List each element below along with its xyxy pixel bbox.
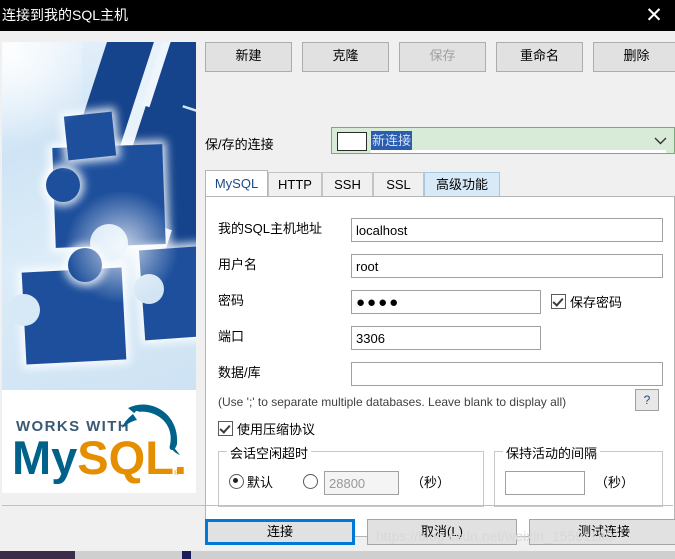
password-input[interactable]: ●●●● xyxy=(351,290,541,314)
saved-connection-combobox[interactable]: 新连接 xyxy=(331,127,675,154)
footer-divider xyxy=(2,505,673,506)
logo-sql-text: SQL xyxy=(77,431,174,484)
tab-ssh[interactable]: SSH xyxy=(322,172,373,196)
saved-connection-value-wrap: 新连接 xyxy=(371,131,413,150)
idle-timeout-value-input xyxy=(324,471,399,495)
logo-trademark: ® xyxy=(174,470,180,477)
new-button[interactable]: 新建 xyxy=(205,42,292,72)
keepalive-input[interactable] xyxy=(505,471,585,495)
keepalive-group: 保持活动的间隔 （秒） xyxy=(494,443,663,507)
tab-advanced[interactable]: 高级功能 xyxy=(424,172,500,196)
username-input[interactable] xyxy=(351,254,663,278)
idle-timeout-unit: （秒） xyxy=(411,475,451,490)
database-input[interactable] xyxy=(351,362,663,386)
mysql-tab-panel: 我的SQL主机地址 用户名 密码 ●●●● 保存密码 端口 数据/库 (Use … xyxy=(205,196,675,537)
sidebar-banner: WORKS WITH MySQL. ® xyxy=(2,42,196,493)
puzzle-artwork xyxy=(2,42,196,390)
keepalive-unit: （秒） xyxy=(595,475,635,490)
tab-mysql[interactable]: MySQL xyxy=(205,170,268,197)
tab-http[interactable]: HTTP xyxy=(268,172,322,196)
logo-my-text: My xyxy=(12,431,78,484)
port-label: 端口 xyxy=(218,329,245,344)
connect-button[interactable]: 连接 xyxy=(205,519,355,545)
host-input[interactable] xyxy=(351,218,663,242)
password-label: 密码 xyxy=(218,293,245,308)
idle-timeout-group: 会话空闲超时 默认 （秒） xyxy=(218,443,484,507)
compress-protocol-label: 使用压缩协议 xyxy=(237,422,316,437)
host-label: 我的SQL主机地址 xyxy=(218,221,323,236)
idle-timeout-default-radio[interactable]: 默认 xyxy=(229,474,273,491)
mysql-logo: WORKS WITH MySQL. ® xyxy=(2,390,196,493)
idle-timeout-default-label: 默认 xyxy=(247,475,274,490)
combobox-edit-underline xyxy=(371,150,666,153)
taskbar-window-strip xyxy=(75,551,675,559)
title-bar: 连接到我的SQL主机 ✕ xyxy=(0,0,675,31)
database-label: 数据/库 xyxy=(218,365,261,380)
database-hint: (Use ';' to separate multiple databases.… xyxy=(218,395,567,409)
connection-icon xyxy=(337,132,367,151)
keepalive-title: 保持活动的间隔 xyxy=(503,443,601,462)
save-password-checkbox[interactable]: 保存密码 xyxy=(551,294,622,311)
chevron-down-icon[interactable] xyxy=(652,132,669,149)
test-connection-button[interactable]: 测试连接 xyxy=(529,519,675,545)
checkbox-box xyxy=(218,421,233,436)
radio-dot xyxy=(229,474,244,489)
saved-connection-label: 保/存的连接 xyxy=(205,137,274,152)
tab-ssl[interactable]: SSL xyxy=(373,172,424,196)
idle-timeout-custom-radio[interactable] xyxy=(303,474,321,491)
radio-dot xyxy=(303,474,318,489)
save-button: 保存 xyxy=(399,42,486,72)
tab-bar: MySQL HTTP SSH SSL 高级功能 xyxy=(205,170,675,197)
save-password-label: 保存密码 xyxy=(570,295,623,310)
taskbar-strip xyxy=(0,551,675,559)
username-label: 用户名 xyxy=(218,257,258,272)
close-icon[interactable]: ✕ xyxy=(639,2,669,29)
compress-protocol-checkbox[interactable]: 使用压缩协议 xyxy=(218,421,315,438)
idle-timeout-title: 会话空闲超时 xyxy=(227,443,312,462)
rename-button[interactable]: 重命名 xyxy=(496,42,583,72)
logo-mysql-text: MySQL. xyxy=(12,432,187,484)
delete-button[interactable]: 删除 xyxy=(593,42,675,72)
clone-button[interactable]: 克隆 xyxy=(302,42,389,72)
taskbar-accent xyxy=(182,551,191,559)
window-title: 连接到我的SQL主机 xyxy=(2,7,129,23)
help-button[interactable]: ? xyxy=(635,389,659,411)
saved-connection-value: 新连接 xyxy=(372,133,412,148)
port-input[interactable] xyxy=(351,326,541,350)
checkbox-box xyxy=(551,294,566,309)
main-panel: 新建 克隆 保存 重命名 删除 保/存的连接 新连接 MySQL HTTP SS… xyxy=(205,42,675,537)
cancel-button[interactable]: 取消(L) xyxy=(367,519,517,545)
